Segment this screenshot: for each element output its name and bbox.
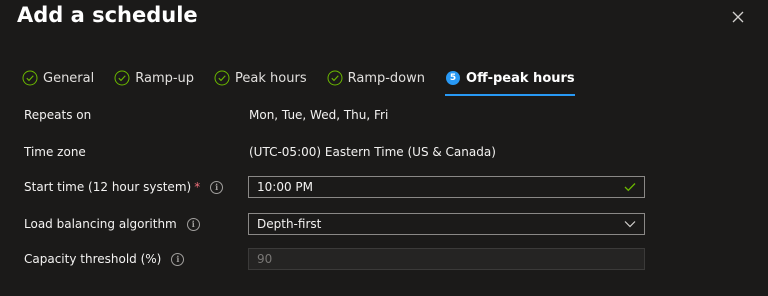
chevron-down-icon bbox=[624, 220, 636, 228]
info-icon[interactable]: i bbox=[171, 252, 185, 266]
label-text: Capacity threshold (%) bbox=[24, 252, 162, 266]
label-text: Load balancing algorithm bbox=[24, 217, 177, 231]
checkmark-icon bbox=[624, 182, 636, 192]
tab-peak-hours[interactable]: Peak hours bbox=[214, 67, 307, 89]
repeats-on-value: Mon, Tue, Wed, Thu, Fri bbox=[249, 108, 389, 122]
check-circle-icon bbox=[114, 70, 130, 86]
label-text: Start time (12 hour system) bbox=[24, 180, 192, 194]
start-time-label: Start time (12 hour system) * i bbox=[24, 180, 249, 194]
check-circle-icon bbox=[214, 70, 230, 86]
repeats-on-row: Repeats on Mon, Tue, Wed, Thu, Fri bbox=[24, 103, 768, 127]
tab-general[interactable]: General bbox=[22, 67, 94, 89]
required-marker: * bbox=[194, 180, 201, 194]
info-icon[interactable]: i bbox=[186, 217, 200, 231]
label-text: Repeats on bbox=[24, 108, 92, 122]
tab-label: Peak hours bbox=[235, 70, 307, 86]
wizard-tabs: General Ramp-up Peak hours Ramp-down 5 O… bbox=[22, 67, 595, 96]
capacity-threshold-input: 90 bbox=[248, 248, 645, 270]
info-icon[interactable]: i bbox=[210, 180, 224, 194]
panel-title: Add a schedule bbox=[17, 3, 198, 27]
time-zone-row: Time zone (UTC-05:00) Eastern Time (US &… bbox=[24, 140, 768, 164]
tab-label: Off-peak hours bbox=[466, 70, 575, 86]
tab-ramp-down[interactable]: Ramp-down bbox=[327, 67, 425, 89]
capacity-threshold-label: Capacity threshold (%) i bbox=[24, 252, 249, 266]
load-balancing-label: Load balancing algorithm i bbox=[24, 217, 249, 231]
check-circle-icon bbox=[327, 70, 343, 86]
tab-ramp-up[interactable]: Ramp-up bbox=[114, 67, 194, 89]
label-text: Time zone bbox=[24, 145, 86, 159]
load-balancing-dropdown[interactable]: Depth-first bbox=[248, 213, 645, 235]
time-zone-label: Time zone bbox=[24, 145, 249, 159]
start-time-input[interactable]: 10:00 PM bbox=[248, 176, 645, 198]
time-zone-value: (UTC-05:00) Eastern Time (US & Canada) bbox=[249, 145, 496, 159]
step-number-icon: 5 bbox=[445, 70, 461, 86]
repeats-on-label: Repeats on bbox=[24, 108, 249, 122]
tab-off-peak-hours[interactable]: 5 Off-peak hours bbox=[445, 67, 575, 96]
capacity-threshold-value: 90 bbox=[257, 252, 273, 266]
tab-label: Ramp-down bbox=[347, 70, 426, 86]
check-circle-icon bbox=[22, 70, 38, 86]
step-number: 5 bbox=[446, 71, 461, 85]
close-icon[interactable] bbox=[730, 9, 746, 25]
tab-label: Ramp-up bbox=[135, 70, 195, 86]
load-balancing-value: Depth-first bbox=[257, 217, 322, 231]
tab-label: General bbox=[43, 70, 95, 86]
start-time-value: 10:00 PM bbox=[257, 180, 313, 194]
